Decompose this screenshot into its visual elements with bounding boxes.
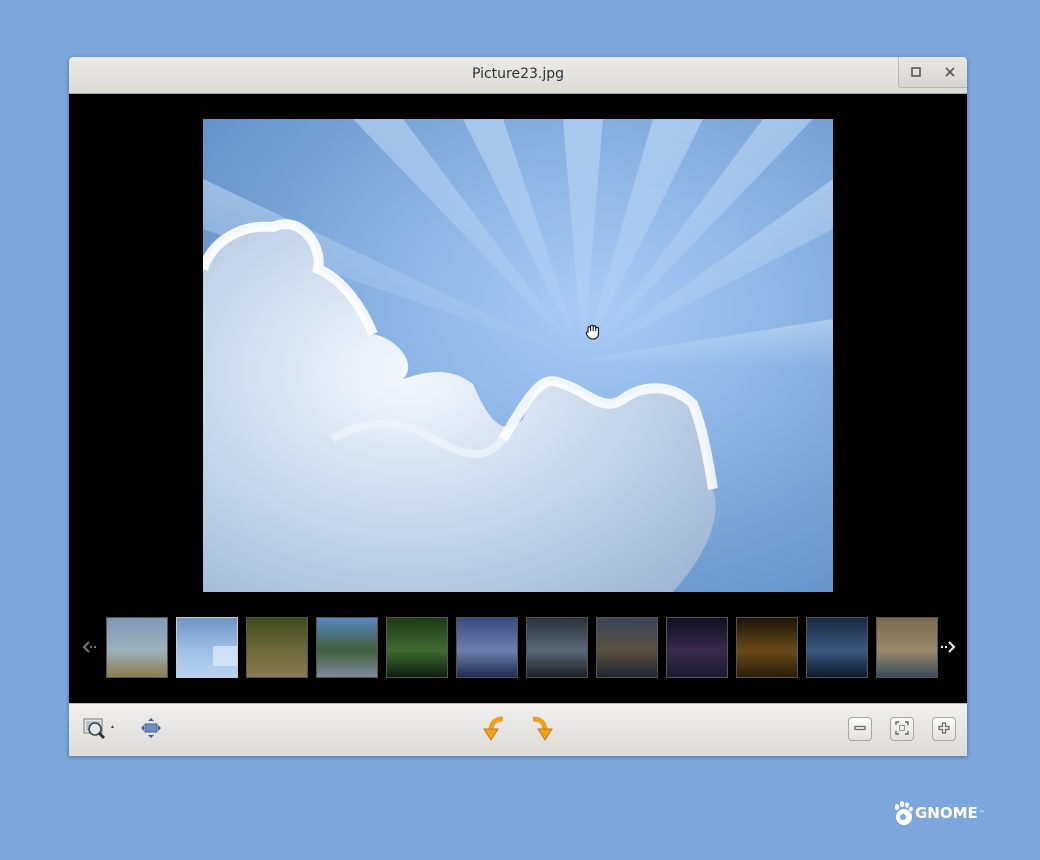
close-icon bbox=[944, 63, 956, 82]
rotate-left-icon bbox=[481, 713, 509, 747]
rotate-left-button[interactable] bbox=[481, 715, 509, 745]
thumb-grassland[interactable] bbox=[876, 617, 938, 678]
thumb-night-road[interactable] bbox=[596, 617, 658, 678]
zoom-in-button[interactable] bbox=[932, 717, 956, 741]
thumb-light-beams[interactable] bbox=[526, 617, 588, 678]
thumb-selection-highlight bbox=[213, 646, 237, 666]
thumb-green-valley[interactable] bbox=[386, 617, 448, 678]
thumb-city-dusk[interactable] bbox=[456, 617, 518, 678]
thumb-forest-path[interactable] bbox=[246, 617, 308, 678]
title-bar[interactable]: Picture23.jpg bbox=[69, 57, 967, 94]
maximize-button[interactable] bbox=[899, 57, 933, 87]
image-magnifier-icon bbox=[81, 715, 117, 745]
rotate-right-button[interactable] bbox=[527, 715, 555, 745]
arrow-right-icon[interactable] bbox=[939, 639, 959, 655]
grab-hand-icon bbox=[584, 323, 602, 345]
best-fit-icon bbox=[895, 720, 909, 739]
image-menu-button[interactable] bbox=[81, 717, 117, 743]
thumb-sunrays[interactable] bbox=[176, 617, 238, 678]
gnome-logo: GNOME ™ bbox=[893, 800, 985, 826]
thumbnail-filmstrip[interactable] bbox=[69, 601, 967, 703]
image-viewer-window: Picture23.jpg bbox=[69, 57, 967, 756]
thumb-blue-trees[interactable] bbox=[806, 617, 868, 678]
zoom-out-button[interactable] bbox=[848, 717, 872, 741]
maximize-icon bbox=[910, 63, 922, 82]
thumb-city-lights[interactable] bbox=[736, 617, 798, 678]
fit-button[interactable] bbox=[139, 717, 163, 743]
rotate-right-icon bbox=[527, 713, 555, 747]
gnome-logo-text: GNOME bbox=[915, 804, 978, 822]
best-fit-button[interactable] bbox=[890, 717, 914, 741]
gnome-foot-icon bbox=[894, 801, 913, 825]
thumb-skyline-night[interactable] bbox=[666, 617, 728, 678]
window-controls bbox=[898, 57, 967, 88]
zoom-in-icon bbox=[937, 720, 951, 739]
current-image[interactable] bbox=[203, 119, 833, 592]
thumb-rocky-shore[interactable] bbox=[316, 617, 378, 678]
thumb-meadow[interactable] bbox=[106, 617, 168, 678]
fit-arrows-icon bbox=[139, 716, 163, 744]
close-button[interactable] bbox=[933, 57, 967, 87]
window-title: Picture23.jpg bbox=[471, 66, 565, 82]
arrow-left-icon[interactable] bbox=[79, 639, 99, 655]
bottom-toolbar bbox=[69, 703, 967, 756]
trademark-mark: ™ bbox=[978, 809, 985, 817]
image-display-area[interactable] bbox=[69, 94, 967, 601]
zoom-out-icon bbox=[853, 720, 867, 739]
photo-content bbox=[203, 119, 833, 592]
